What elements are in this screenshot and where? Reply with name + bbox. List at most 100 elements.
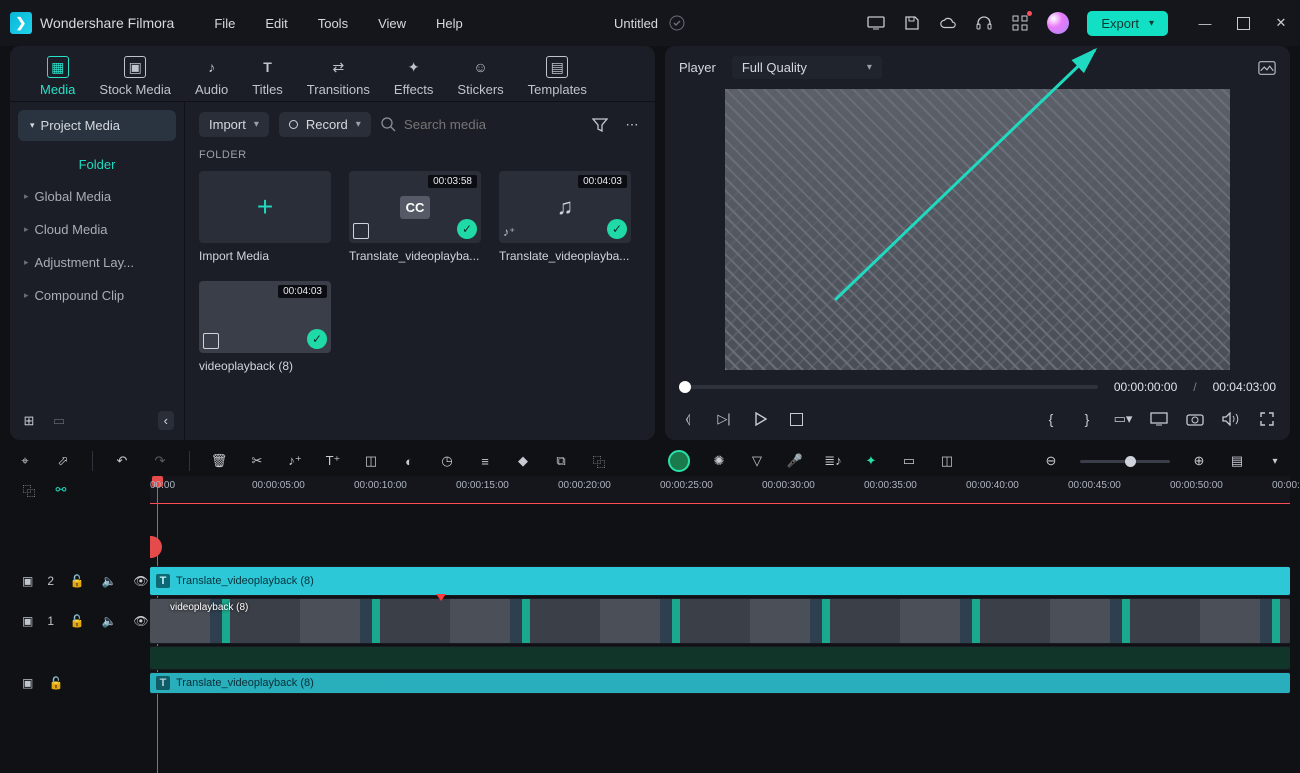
record-dropdown[interactable]: Record xyxy=(279,112,371,137)
layers-icon[interactable]: ⿻ xyxy=(20,481,38,499)
ratio-icon[interactable]: ▭▾ xyxy=(1114,410,1132,428)
lock-icon[interactable]: 🔓 xyxy=(68,572,86,590)
tab-transitions[interactable]: ⇄Transitions xyxy=(307,56,370,97)
menu-file[interactable]: File xyxy=(214,16,235,31)
tab-effects[interactable]: ✦Effects xyxy=(394,56,434,97)
speed-icon[interactable]: ◷ xyxy=(438,452,456,470)
new-folder-icon[interactable]: ⊞ xyxy=(20,412,38,430)
save-icon[interactable] xyxy=(903,14,921,32)
mute-icon[interactable]: 🔈 xyxy=(100,612,118,630)
mark-out-icon[interactable]: } xyxy=(1078,410,1096,428)
undo-icon[interactable]: ↶ xyxy=(113,452,131,470)
timeline-clip-text[interactable]: TTranslate_videoplayback (8) xyxy=(150,567,1290,595)
tab-titles[interactable]: TTitles xyxy=(252,56,283,97)
snapshot-icon[interactable] xyxy=(1258,59,1276,77)
shield-icon[interactable]: ▽ xyxy=(748,452,766,470)
sidebar-project-media[interactable]: ▾Project Media xyxy=(18,110,176,141)
zoom-out-icon[interactable]: ⊖ xyxy=(1042,452,1060,470)
eye-icon[interactable]: 👁 xyxy=(132,612,150,630)
tab-templates[interactable]: ▤Templates xyxy=(528,56,587,97)
volume-icon[interactable] xyxy=(1222,410,1240,428)
user-avatar[interactable] xyxy=(1047,12,1069,34)
ai-face-icon[interactable] xyxy=(668,450,690,472)
link-icon[interactable]: ⚯ xyxy=(52,481,70,499)
beat-icon[interactable]: ♪⁺ xyxy=(286,452,304,470)
play-icon[interactable] xyxy=(751,410,769,428)
zoom-in-icon[interactable]: ⊕ xyxy=(1190,452,1208,470)
frame-icon[interactable]: ◫ xyxy=(938,452,956,470)
search-input[interactable] xyxy=(404,117,554,132)
picture-icon[interactable]: ▭ xyxy=(900,452,918,470)
crop-icon[interactable]: ◫ xyxy=(362,452,380,470)
stop-icon[interactable] xyxy=(787,410,805,428)
collapse-sidebar-icon[interactable]: ‹ xyxy=(158,411,174,430)
apps-icon[interactable] xyxy=(1011,14,1029,32)
media-thumb-2[interactable]: 00:04:03♫✓♪⁺ Translate_videoplayba... xyxy=(499,171,631,263)
sidebar-folder[interactable]: Folder xyxy=(10,149,184,180)
search-media[interactable] xyxy=(381,117,554,132)
tab-stock-media[interactable]: ▣Stock Media xyxy=(99,56,171,97)
group-icon[interactable]: ⧉ xyxy=(552,452,570,470)
fullscreen-icon[interactable] xyxy=(1258,410,1276,428)
color-icon[interactable]: ◐ xyxy=(400,452,418,470)
music-list-icon[interactable]: ≣♪ xyxy=(824,452,842,470)
zoom-handle[interactable] xyxy=(1125,456,1136,467)
copy-effects-icon[interactable]: ⿻ xyxy=(590,452,608,470)
menu-tools[interactable]: Tools xyxy=(318,16,348,31)
redo-icon[interactable]: ↷ xyxy=(151,452,169,470)
headphones-icon[interactable] xyxy=(975,14,993,32)
split-icon[interactable]: ✂ xyxy=(248,452,266,470)
sparkle-icon[interactable]: ✺ xyxy=(710,452,728,470)
window-close-icon[interactable]: ✕ xyxy=(1272,14,1290,32)
timeline-clip-video[interactable]: videoplayback (8) xyxy=(150,599,1290,643)
import-dropdown[interactable]: Import xyxy=(199,112,269,137)
timeline-clip-text-2[interactable]: TTranslate_videoplayback (8) xyxy=(150,673,1290,693)
tab-audio[interactable]: ♪Audio xyxy=(195,56,228,97)
keyframe-icon[interactable]: ◆ xyxy=(514,452,532,470)
mark-in-icon[interactable]: { xyxy=(1042,410,1060,428)
more-icon[interactable]: ⋯ xyxy=(623,116,641,134)
sidebar-item-cloud[interactable]: Cloud Media xyxy=(10,213,184,246)
window-maximize-icon[interactable] xyxy=(1234,14,1252,32)
menu-help[interactable]: Help xyxy=(436,16,463,31)
time-ruler[interactable]: 00:0000:00:05:0000:00:10:0000:00:15:0000… xyxy=(150,476,1290,504)
import-media-tile[interactable]: + Import Media xyxy=(199,171,331,263)
lock-icon[interactable]: 🔓 xyxy=(68,612,86,630)
play-step-icon[interactable]: ▷| xyxy=(715,410,733,428)
media-thumb-1[interactable]: 00:03:58CC✓ Translate_videoplayba... xyxy=(349,171,481,263)
quality-dropdown[interactable]: Full Quality xyxy=(732,56,882,79)
adjust-icon[interactable]: ≡ xyxy=(476,452,494,470)
menu-edit[interactable]: Edit xyxy=(265,16,287,31)
sidebar-item-adjustment[interactable]: Adjustment Lay... xyxy=(10,246,184,279)
media-thumb-3[interactable]: 00:04:03✓ videoplayback (8) xyxy=(199,281,331,373)
seek-bar[interactable] xyxy=(679,385,1098,389)
cloud-icon[interactable] xyxy=(939,14,957,32)
zoom-slider[interactable] xyxy=(1080,460,1170,463)
player-viewport[interactable] xyxy=(725,89,1230,370)
eye-icon[interactable]: 👁 xyxy=(132,572,150,590)
lock-icon[interactable]: 🔓 xyxy=(47,674,65,692)
sidebar-item-compound[interactable]: Compound Clip xyxy=(10,279,184,312)
monitor-icon[interactable] xyxy=(867,14,885,32)
tab-stickers[interactable]: ☺Stickers xyxy=(457,56,503,97)
text-icon[interactable]: T⁺ xyxy=(324,452,342,470)
export-button[interactable]: Export▾ xyxy=(1087,11,1168,36)
tab-media[interactable]: ▦Media xyxy=(40,56,75,97)
magnet-icon[interactable]: ⌖ xyxy=(16,452,34,470)
delete-icon[interactable]: 🗑 xyxy=(210,452,228,470)
select-tool-icon[interactable]: ⬀ xyxy=(54,452,72,470)
chevron-down-icon[interactable]: ▾ xyxy=(1266,452,1284,470)
filter-icon[interactable] xyxy=(591,116,609,134)
list-view-icon[interactable]: ▤ xyxy=(1228,452,1246,470)
prev-frame-icon[interactable]: ⦉ xyxy=(679,410,697,428)
display-icon[interactable] xyxy=(1150,410,1168,428)
sidebar-item-global[interactable]: Global Media xyxy=(10,180,184,213)
marker-icon[interactable] xyxy=(436,594,446,601)
folder-icon[interactable]: ▭ xyxy=(50,412,68,430)
seek-handle[interactable] xyxy=(679,381,691,393)
menu-view[interactable]: View xyxy=(378,16,406,31)
mute-icon[interactable]: 🔈 xyxy=(100,572,118,590)
enhance-icon[interactable]: ✦ xyxy=(862,452,880,470)
mic-icon[interactable]: 🎤 xyxy=(786,452,804,470)
camera-icon[interactable] xyxy=(1186,410,1204,428)
